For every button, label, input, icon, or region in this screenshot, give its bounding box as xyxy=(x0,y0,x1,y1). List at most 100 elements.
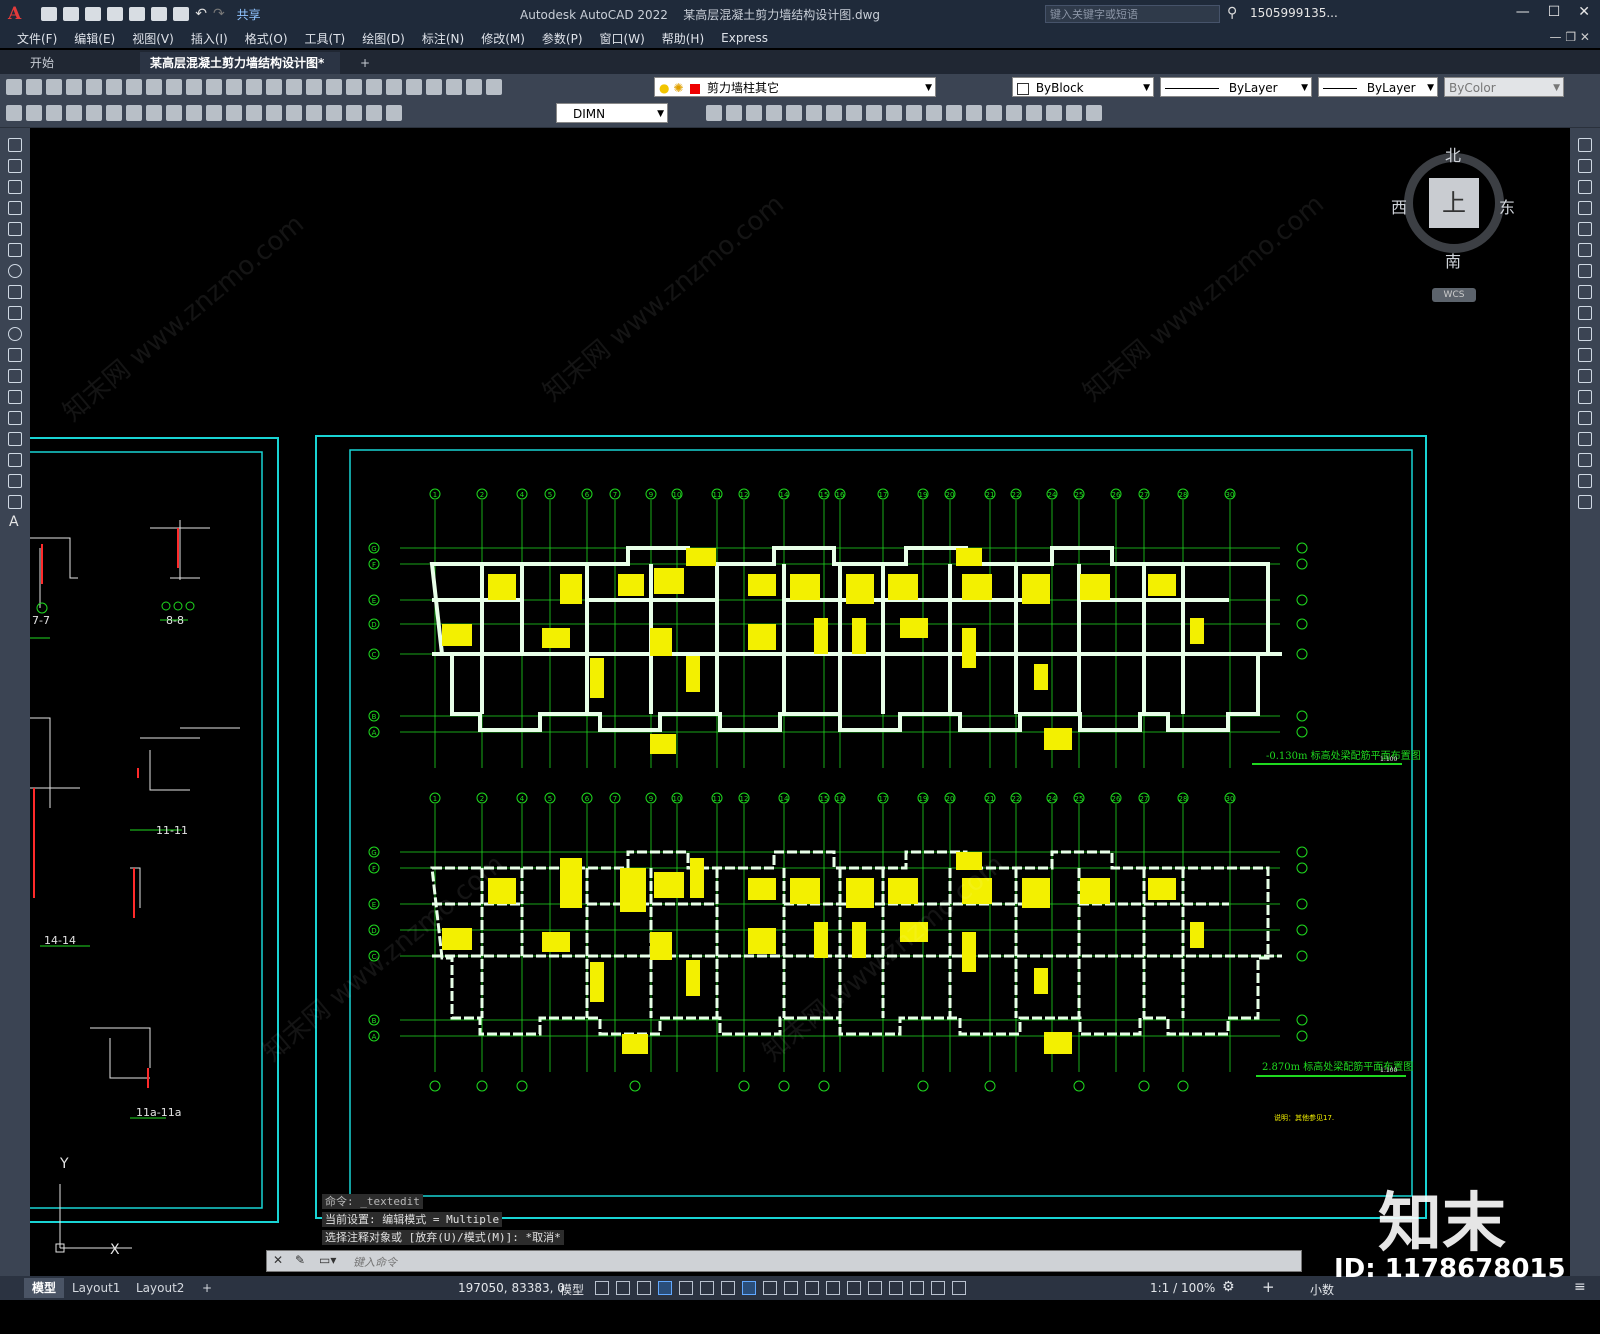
array-icon[interactable] xyxy=(1578,222,1592,236)
trim-icon[interactable] xyxy=(1578,327,1592,341)
jogged-linear-icon[interactable] xyxy=(326,105,342,121)
polyline-icon[interactable] xyxy=(8,180,22,194)
linetype-dropdown[interactable]: ByLayer ▼ xyxy=(1160,77,1312,97)
user-account[interactable]: 1505999135... xyxy=(1250,6,1338,20)
make-block-icon[interactable] xyxy=(8,390,22,404)
tab-layout2[interactable]: Layout2 xyxy=(128,1278,192,1298)
revcloud-icon[interactable] xyxy=(8,285,22,299)
compass-west[interactable]: 西 xyxy=(1391,194,1407,218)
pan-icon[interactable] xyxy=(246,79,262,95)
selection-filter-icon[interactable] xyxy=(868,1281,882,1295)
zoom-icon[interactable] xyxy=(266,79,282,95)
gizmo-icon[interactable] xyxy=(889,1281,903,1295)
line-icon[interactable] xyxy=(8,138,22,152)
save-icon[interactable] xyxy=(85,7,102,21)
design-center-icon[interactable] xyxy=(346,79,362,95)
recent-commands-icon[interactable]: ▭▾ xyxy=(319,1253,336,1267)
center-mark-icon[interactable] xyxy=(286,105,302,121)
quick-dim-icon[interactable] xyxy=(166,105,182,121)
open-web-icon[interactable] xyxy=(129,7,146,21)
dynamic-ucs-icon[interactable] xyxy=(847,1281,861,1295)
search-input[interactable]: 键入关键字或短语 xyxy=(1045,5,1220,23)
maximize-icon[interactable]: ☐ xyxy=(1548,4,1561,20)
osnap-icon[interactable] xyxy=(742,1281,756,1295)
zoom-window-icon[interactable] xyxy=(286,79,302,95)
dim-arc-icon[interactable] xyxy=(46,105,62,121)
tolerance-icon[interactable] xyxy=(266,105,282,121)
publish-icon[interactable] xyxy=(106,79,122,95)
menu-window[interactable]: 窗口(W) xyxy=(600,30,645,47)
dim-jogged-icon[interactable] xyxy=(106,105,122,121)
join-icon[interactable] xyxy=(1578,411,1592,425)
match-prop-icon[interactable] xyxy=(186,79,202,95)
point-icon[interactable] xyxy=(8,411,22,425)
dim-update-icon[interactable] xyxy=(386,105,402,121)
slice-icon[interactable] xyxy=(886,105,902,121)
ellipse-icon[interactable] xyxy=(8,327,22,341)
drawing-canvas[interactable]: 7-7 8-8 11-11 14-14 11a-11a GFEDCBA 1245… xyxy=(30,128,1570,1300)
menu-modify[interactable]: 修改(M) xyxy=(481,30,525,47)
layer-manager-icon[interactable] xyxy=(466,79,482,95)
dim-angular-icon[interactable] xyxy=(146,105,162,121)
lineweight-icon[interactable] xyxy=(763,1281,777,1295)
intersect-icon[interactable] xyxy=(966,105,982,121)
ortho-icon[interactable] xyxy=(658,1281,672,1295)
extrude-icon[interactable] xyxy=(846,105,862,121)
tool-palette-icon[interactable] xyxy=(366,79,382,95)
compass-north[interactable]: 北 xyxy=(1445,142,1461,166)
units-display[interactable]: 小数 xyxy=(1310,1281,1334,1298)
menu-edit[interactable]: 编辑(E) xyxy=(74,30,115,47)
annotation-visibility-icon[interactable] xyxy=(910,1281,924,1295)
compass-south[interactable]: 南 xyxy=(1445,248,1461,272)
minimize-icon[interactable]: — xyxy=(1516,4,1530,20)
close-icon[interactable]: ✕ xyxy=(273,1253,283,1267)
customize-icon[interactable]: ≡ xyxy=(1574,1279,1586,1295)
3d-osnap-icon[interactable] xyxy=(826,1281,840,1295)
menu-express[interactable]: Express xyxy=(721,31,768,45)
scale-icon[interactable] xyxy=(1578,285,1592,299)
cube-icon[interactable] xyxy=(706,105,722,121)
dim-ordinate-icon[interactable] xyxy=(66,105,82,121)
gradient-icon[interactable] xyxy=(8,453,22,467)
cut-icon[interactable] xyxy=(126,79,142,95)
plot-icon[interactable] xyxy=(173,7,190,21)
search-icon[interactable]: ⚲ xyxy=(1227,5,1237,21)
dim-aligned-icon[interactable] xyxy=(26,105,42,121)
viewcube-top-face[interactable]: 上 xyxy=(1429,178,1479,228)
open-icon[interactable] xyxy=(63,7,80,21)
new-icon[interactable] xyxy=(6,79,22,95)
polar-icon[interactable] xyxy=(679,1281,693,1295)
grid-icon[interactable] xyxy=(595,1281,609,1295)
model-space-toggle[interactable]: 模型 xyxy=(560,1281,584,1298)
annotation-scale-icon[interactable] xyxy=(952,1281,966,1295)
xline-icon[interactable] xyxy=(8,159,22,173)
material-icon[interactable] xyxy=(1086,105,1102,121)
ucs-icon[interactable] xyxy=(1026,105,1042,121)
dim-radius-icon[interactable] xyxy=(86,105,102,121)
lineweight-dropdown[interactable]: ByLayer ▼ xyxy=(1318,77,1438,97)
infer-icon[interactable] xyxy=(637,1281,651,1295)
coordinate-readout[interactable]: 197050, 83383, 0 xyxy=(458,1281,565,1295)
insert-block-icon[interactable] xyxy=(8,369,22,383)
layer-dropdown[interactable]: ● ✺ 剪力墙柱其它 ▼ xyxy=(654,77,936,97)
color-dropdown[interactable]: ByBlock ▼ xyxy=(1012,77,1154,97)
undo-icon[interactable] xyxy=(206,79,222,95)
separate-icon[interactable] xyxy=(1006,105,1022,121)
menu-dimension[interactable]: 标注(N) xyxy=(422,30,464,47)
tab-start[interactable]: 开始 xyxy=(20,52,130,74)
close-icon[interactable]: ✕ xyxy=(1578,4,1590,20)
compass-east[interactable]: 东 xyxy=(1499,194,1515,218)
tab-drawing[interactable]: 某高层混凝土剪力墙结构设计图* ✕ xyxy=(140,52,340,92)
menu-view[interactable]: 视图(V) xyxy=(132,30,174,47)
arc-icon[interactable] xyxy=(8,243,22,257)
mirror-icon[interactable] xyxy=(1578,180,1592,194)
wedge-icon[interactable] xyxy=(826,105,842,121)
chamfer-icon[interactable] xyxy=(1578,432,1592,446)
tab-model[interactable]: 模型 xyxy=(24,1278,65,1298)
menu-format[interactable]: 格式(O) xyxy=(245,30,288,47)
save-as-icon[interactable] xyxy=(107,7,124,21)
hatch-icon[interactable] xyxy=(8,432,22,446)
inspect-icon[interactable] xyxy=(306,105,322,121)
snap-icon[interactable] xyxy=(616,1281,630,1295)
box-icon[interactable] xyxy=(726,105,742,121)
